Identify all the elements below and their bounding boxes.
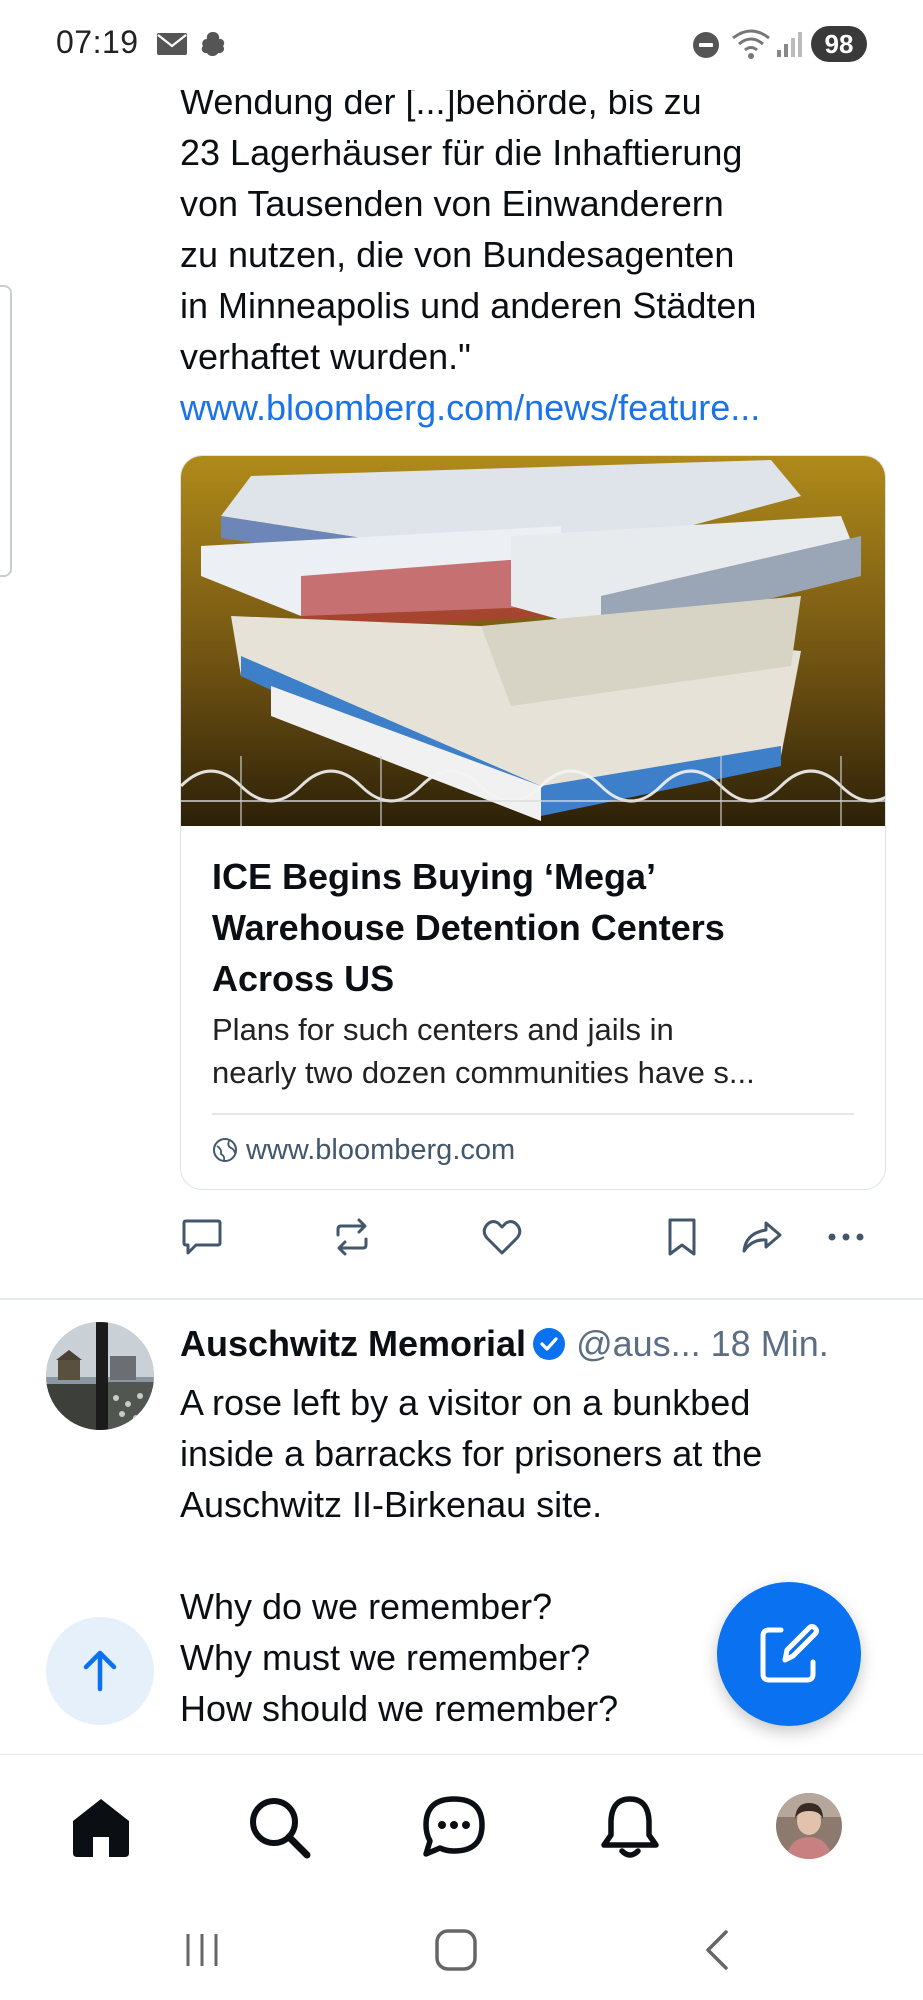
do-not-disturb-icon (693, 32, 719, 58)
arrow-up-icon (83, 1650, 117, 1692)
recent-apps-icon[interactable] (180, 1928, 224, 1972)
post-actions (180, 1215, 884, 1265)
post-text-line: verhaftet wurden." (180, 336, 471, 377)
profile-avatar[interactable] (776, 1793, 842, 1859)
post-text-line: von Tausenden von Einwanderern (180, 183, 724, 224)
compose-button[interactable] (717, 1582, 861, 1726)
compose-icon (760, 1624, 819, 1683)
card-description: Plans for such centers and jails in near… (212, 1008, 857, 1094)
app-notification-icon (201, 32, 225, 56)
card-image (181, 456, 885, 826)
globe-icon (213, 1138, 237, 1162)
home-button-icon[interactable] (434, 1928, 478, 1972)
author-handle[interactable]: @aus... (576, 1323, 701, 1365)
post-text-line: inside a barracks for prisoners at the (180, 1433, 763, 1474)
reply-icon[interactable] (180, 1215, 224, 1259)
home-icon[interactable] (65, 1791, 137, 1863)
more-icon[interactable] (824, 1215, 868, 1259)
notifications-icon[interactable] (594, 1791, 666, 1863)
card-title-line: ICE Begins Buying ‘Mega’ (212, 856, 657, 897)
author-avatar[interactable] (46, 1322, 154, 1430)
wifi-icon (732, 29, 770, 59)
bottom-navigation (0, 1754, 923, 1895)
status-bar: 07:19 98 (0, 0, 923, 90)
back-icon[interactable] (696, 1928, 740, 1972)
post-header: Auschwitz Memorial @aus... 18 Min. (180, 1318, 900, 1370)
post-text: Wendung der [...]behörde, bis zu 23 Lage… (180, 76, 880, 433)
post-text-line: A rose left by a visitor on a bunkbed (180, 1382, 751, 1423)
scroll-to-top-button[interactable] (46, 1617, 154, 1725)
avatar-image (46, 1322, 154, 1430)
card-description-line: nearly two dozen communities have s... (212, 1055, 755, 1090)
profile-avatar-image (776, 1793, 842, 1859)
card-domain-text: www.bloomberg.com (246, 1133, 516, 1166)
card-divider (212, 1113, 854, 1115)
post-divider (0, 1298, 923, 1300)
card-title: ICE Begins Buying ‘Mega’ Warehouse Deten… (212, 851, 852, 1004)
card-title-line: Across US (212, 958, 395, 999)
post-text-line: in Minneapolis und anderen Städten (180, 285, 757, 326)
post-text-line: Auschwitz II-Birkenau site. (180, 1484, 603, 1525)
card-domain: www.bloomberg.com (212, 1128, 515, 1172)
edge-panel-handle[interactable] (0, 285, 12, 577)
link-preview-card[interactable]: ICE Begins Buying ‘Mega’ Warehouse Deten… (180, 455, 886, 1190)
card-title-line: Warehouse Detention Centers (212, 907, 725, 948)
verified-badge-icon (533, 1328, 566, 1360)
author-name[interactable]: Auschwitz Memorial (180, 1323, 526, 1365)
share-icon[interactable] (740, 1215, 784, 1259)
post-link[interactable]: www.bloomberg.com/news/feature... (180, 382, 880, 433)
post-text-line (180, 1530, 880, 1581)
battery-indicator: 98 (811, 26, 867, 62)
like-icon[interactable] (480, 1215, 524, 1259)
repost-icon[interactable] (330, 1215, 374, 1259)
chat-icon[interactable] (418, 1791, 490, 1863)
system-navigation-bar (0, 1894, 923, 2000)
post-time: 18 Min. (710, 1323, 829, 1364)
card-description-line: Plans for such centers and jails in (212, 1012, 674, 1047)
search-icon[interactable] (243, 1791, 315, 1863)
post-text-line: 23 Lagerhäuser für die Inhaftierung (180, 132, 743, 173)
bookmark-icon[interactable] (660, 1215, 704, 1259)
status-time: 07:19 (56, 24, 139, 60)
mail-icon (157, 33, 187, 55)
post-text-line: zu nutzen, die von Bundesagenten (180, 234, 735, 275)
signal-icon (777, 32, 802, 57)
